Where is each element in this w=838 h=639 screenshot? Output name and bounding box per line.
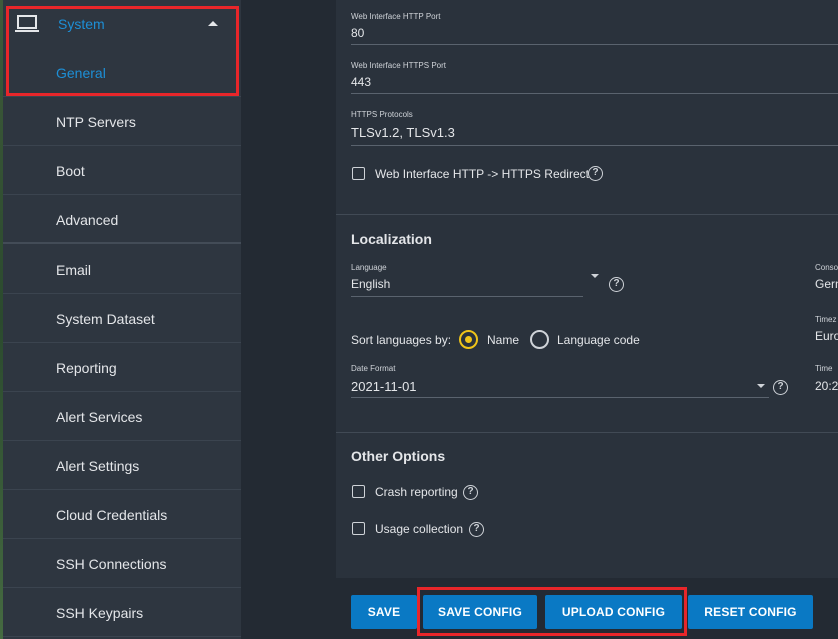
sidebar-item-label: System Dataset (56, 311, 155, 327)
sidebar-item-email[interactable]: Email (3, 246, 241, 294)
timezone-select[interactable]: Euro (815, 329, 838, 343)
sidebar: System General NTP Servers Boot Advanced… (3, 0, 241, 639)
http-port-label: Web Interface HTTP Port (351, 12, 441, 21)
save-config-button[interactable]: SAVE CONFIG (423, 595, 537, 629)
sidebar-item-system-dataset[interactable]: System Dataset (3, 295, 241, 343)
other-options-title: Other Options (351, 448, 446, 464)
reset-config-button[interactable]: RESET CONFIG (688, 595, 813, 629)
language-label: Language (351, 263, 387, 272)
upload-config-button[interactable]: UPLOAD CONFIG (545, 595, 682, 629)
section-divider (336, 214, 838, 215)
sidebar-item-advanced[interactable]: Advanced (3, 196, 241, 244)
redirect-label: Web Interface HTTP -> HTTPS Redirect (375, 167, 589, 181)
usage-collection-checkbox[interactable] (352, 522, 365, 535)
console-keyboard-select[interactable]: Gern (815, 277, 838, 291)
chevron-down-icon[interactable] (757, 384, 765, 388)
sidebar-item-label: Alert Services (56, 409, 143, 425)
redirect-checkbox[interactable] (352, 167, 365, 180)
date-format-select[interactable]: 2021-11-01 (351, 379, 417, 394)
sort-languages-label: Sort languages by: (351, 333, 452, 347)
time-format-label: Time (815, 364, 833, 373)
sort-by-code-label: Language code (557, 333, 640, 347)
sidebar-item-label: General (56, 65, 106, 81)
sidebar-item-ssh-connections[interactable]: SSH Connections (3, 540, 241, 588)
crash-reporting-checkbox[interactable] (352, 485, 365, 498)
sidebar-item-ssh-keypairs[interactable]: SSH Keypairs (3, 589, 241, 637)
sidebar-item-system[interactable]: System (3, 0, 241, 49)
sort-by-name-radio[interactable] (459, 330, 478, 349)
general-settings-form: Web Interface HTTP Port 80 Web Interface… (336, 0, 838, 639)
https-protocols-select[interactable]: TLSv1.2, TLSv1.3 (351, 125, 455, 140)
http-port-underline (351, 44, 838, 45)
help-icon[interactable]: ? (773, 380, 788, 395)
caret-up-icon (208, 21, 218, 26)
form-footer: SAVE SAVE CONFIG UPLOAD CONFIG RESET CON… (336, 578, 838, 639)
https-port-label: Web Interface HTTPS Port (351, 61, 446, 70)
https-protocols-underline (351, 145, 838, 146)
help-icon[interactable]: ? (469, 522, 484, 537)
language-underline (351, 296, 583, 297)
help-icon[interactable]: ? (588, 166, 603, 181)
sidebar-item-reporting[interactable]: Reporting (3, 344, 241, 392)
usage-collection-label: Usage collection (375, 522, 464, 536)
save-button[interactable]: SAVE (351, 595, 417, 629)
sidebar-item-label: Email (56, 262, 92, 278)
sidebar-item-alert-services[interactable]: Alert Services (3, 393, 241, 441)
sidebar-item-ntp-servers[interactable]: NTP Servers (3, 98, 241, 146)
http-port-input[interactable]: 80 (351, 26, 364, 40)
crash-reporting-label: Crash reporting (375, 485, 458, 499)
sidebar-item-label: Alert Settings (56, 458, 140, 474)
sidebar-item-alert-settings[interactable]: Alert Settings (3, 442, 241, 490)
help-icon[interactable]: ? (463, 485, 478, 500)
https-port-underline (351, 93, 838, 94)
sidebar-item-label: SSH Connections (56, 556, 167, 572)
timezone-label: Timez (815, 315, 837, 324)
help-icon[interactable]: ? (609, 277, 624, 292)
language-input[interactable]: English (351, 277, 390, 291)
sidebar-item-label: SSH Keypairs (56, 605, 144, 621)
chevron-down-icon[interactable] (591, 274, 599, 278)
section-divider (336, 432, 838, 433)
sidebar-item-boot[interactable]: Boot (3, 147, 241, 195)
sidebar-item-general[interactable]: General (3, 49, 241, 97)
date-format-underline (351, 397, 769, 398)
sidebar-item-label: NTP Servers (56, 114, 136, 130)
https-port-input[interactable]: 443 (351, 75, 371, 89)
sidebar-item-label: Cloud Credentials (56, 507, 168, 523)
localization-title: Localization (351, 231, 432, 247)
sort-by-code-radio[interactable] (530, 330, 549, 349)
sort-by-name-label: Name (487, 333, 520, 347)
time-format-select[interactable]: 20:2 (815, 379, 838, 393)
https-protocols-label: HTTPS Protocols (351, 110, 413, 119)
sidebar-item-label: Boot (56, 163, 85, 179)
laptop-icon (15, 15, 39, 32)
content-gutter (241, 0, 336, 639)
date-format-label: Date Format (351, 364, 396, 373)
sidebar-item-label: Reporting (56, 360, 117, 376)
sidebar-item-label: System (58, 16, 105, 32)
sidebar-item-cloud-credentials[interactable]: Cloud Credentials (3, 491, 241, 539)
console-keyboard-label: Conso (815, 263, 838, 272)
sidebar-item-label: Advanced (56, 212, 119, 228)
